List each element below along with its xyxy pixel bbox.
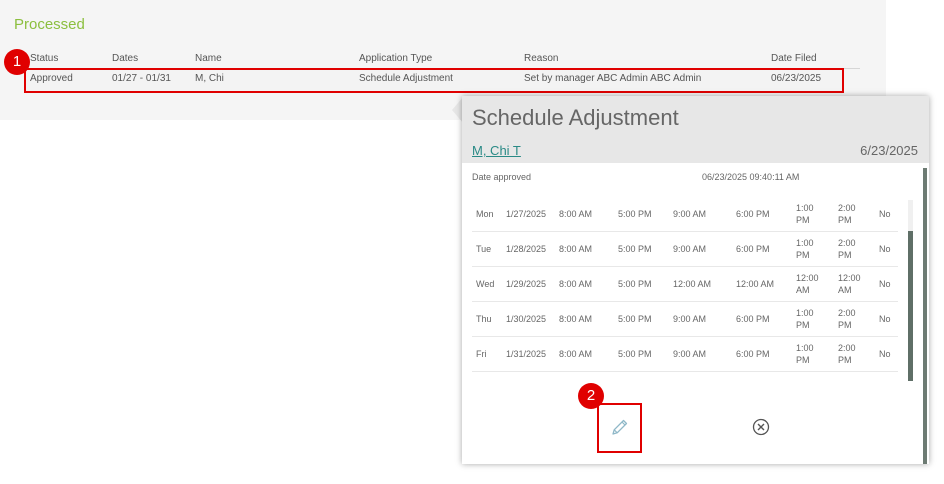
flag: No (879, 314, 891, 324)
time-in: 8:00 AM (559, 314, 593, 324)
cell-reason: Set by manager ABC Admin ABC Admin (524, 73, 702, 84)
popup-header: Schedule Adjustment M, Chi T 6/23/2025 (462, 96, 929, 163)
new-time-out: 12:00 AM (736, 279, 775, 289)
time-in: 8:00 AM (559, 209, 593, 219)
col-dates: Dates (112, 53, 139, 64)
break-end: 2:00 PM (838, 238, 856, 260)
cell-name: M, Chi (195, 73, 224, 84)
col-reason: Reason (524, 53, 559, 64)
date: 1/29/2025 (506, 279, 547, 289)
time-in: 8:00 AM (559, 244, 593, 254)
new-time-out: 6:00 PM (736, 209, 770, 219)
time-out: 5:00 PM (618, 314, 652, 324)
date: 1/28/2025 (506, 244, 547, 254)
day: Tue (476, 244, 492, 254)
pencil-icon (612, 419, 628, 435)
cell-status: Approved (30, 73, 73, 84)
edit-button[interactable] (597, 403, 642, 453)
cell-application-type: Schedule Adjustment (359, 73, 453, 84)
new-time-out: 6:00 PM (736, 244, 770, 254)
new-time-in: 9:00 AM (673, 209, 707, 219)
cell-dates: 01/27 - 01/31 (112, 73, 171, 84)
break-start: 12:00 AM (796, 273, 819, 295)
schedule-row: Thu 1/30/2025 8:00 AM 5:00 PM 9:00 AM 6:… (472, 302, 898, 337)
col-status: Status (30, 53, 59, 64)
break-start: 1:00 PM (796, 308, 814, 330)
time-out: 5:00 PM (618, 279, 652, 289)
day: Thu (476, 314, 492, 324)
date-approved-value: 06/23/2025 09:40:11 AM (702, 172, 800, 182)
date: 1/30/2025 (506, 314, 547, 324)
new-time-out: 6:00 PM (736, 314, 770, 324)
schedule-adjustment-popup: Schedule Adjustment M, Chi T 6/23/2025 D… (462, 96, 929, 464)
time-in: 8:00 AM (559, 349, 593, 359)
date-approved-label: Date approved (472, 172, 532, 182)
new-time-in: 9:00 AM (673, 349, 707, 359)
circle-x-icon[interactable] (752, 418, 770, 436)
outer-scrollbar[interactable] (923, 168, 927, 464)
flag: No (879, 349, 891, 359)
new-time-in: 12:00 AM (673, 279, 712, 289)
break-end: 2:00 PM (838, 203, 856, 225)
new-time-in: 9:00 AM (673, 314, 707, 324)
time-out: 5:00 PM (618, 209, 652, 219)
scrollbar-thumb[interactable] (908, 231, 913, 381)
break-start: 1:00 PM (796, 203, 814, 225)
break-end: 12:00 AM (838, 273, 861, 295)
schedule-row: Fri 1/31/2025 8:00 AM 5:00 PM 9:00 AM 6:… (472, 337, 898, 372)
flag: No (879, 279, 891, 289)
popup-date: 6/23/2025 (860, 143, 918, 158)
time-out: 5:00 PM (618, 349, 652, 359)
col-name: Name (195, 53, 222, 64)
section-title: Processed (14, 16, 85, 33)
callout-marker-2: 2 (578, 383, 604, 409)
schedule-row: Wed 1/29/2025 8:00 AM 5:00 PM 12:00 AM 1… (472, 267, 898, 302)
break-start: 1:00 PM (796, 238, 814, 260)
schedule-row: Tue 1/28/2025 8:00 AM 5:00 PM 9:00 AM 6:… (472, 232, 898, 267)
flag: No (879, 244, 891, 254)
day: Mon (476, 209, 494, 219)
employee-link[interactable]: M, Chi T (472, 143, 521, 158)
callout-marker-1: 1 (4, 49, 30, 75)
col-application-type: Application Type (359, 53, 433, 64)
break-end: 2:00 PM (838, 308, 856, 330)
date: 1/27/2025 (506, 209, 547, 219)
flag: No (879, 209, 891, 219)
new-time-out: 6:00 PM (736, 349, 770, 359)
time-out: 5:00 PM (618, 244, 652, 254)
schedule-list: Mon 1/27/2025 8:00 AM 5:00 PM 9:00 AM 6:… (472, 197, 898, 372)
cell-date-filed: 06/23/2025 (771, 73, 822, 84)
break-end: 2:00 PM (838, 343, 856, 365)
time-in: 8:00 AM (559, 279, 593, 289)
day: Fri (476, 349, 487, 359)
new-time-in: 9:00 AM (673, 244, 707, 254)
popup-title: Schedule Adjustment (472, 105, 679, 130)
col-date-filed: Date Filed (771, 53, 817, 64)
schedule-row: Mon 1/27/2025 8:00 AM 5:00 PM 9:00 AM 6:… (472, 197, 898, 232)
day: Wed (476, 279, 495, 289)
date: 1/31/2025 (506, 349, 547, 359)
break-start: 1:00 PM (796, 343, 814, 365)
